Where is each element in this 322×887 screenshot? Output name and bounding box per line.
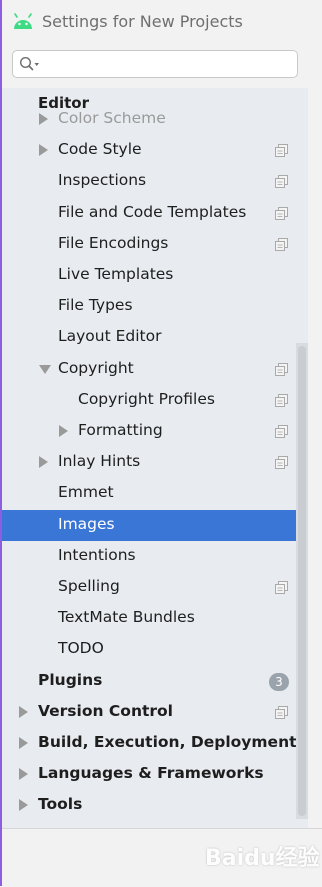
tree-item-label: Copyright [58,358,134,377]
tree-header-editor[interactable]: Editor [38,94,89,112]
tree-item-languages-frameworks[interactable]: Languages & Frameworks [2,759,308,790]
project-scope-icon [275,393,288,407]
tree-item-label: Live Templates [58,265,174,283]
expand-arrow-icon[interactable] [39,456,48,469]
tree-item-formatting[interactable]: Formatting [2,416,308,447]
tree-item-label: TODO [58,639,104,658]
tree-item-build-execution-deployment[interactable]: Build, Execution, Deployment [2,728,308,759]
tree-item-label: Images [58,514,115,533]
expand-arrow-icon[interactable] [19,768,28,781]
settings-tree[interactable]: Editor Color Scheme Code Style Inspections… [2,88,308,828]
expand-arrow-icon[interactable] [39,144,48,157]
project-scope-icon [275,705,288,719]
expand-arrow-icon[interactable] [19,705,28,718]
project-scope-icon [275,175,288,189]
tree-item-file-types[interactable]: File Types [2,291,308,322]
tree-item-label: Languages & Frameworks [38,764,264,783]
tree-item-label: Build, Execution, Deployment [38,733,297,751]
tree-item-label: Plugins [38,670,103,689]
collapse-arrow-icon[interactable] [39,364,51,374]
project-scope-icon [275,456,288,470]
search-box[interactable] [12,50,298,78]
tree-item-label: File Types [58,296,133,315]
project-scope-icon [275,206,288,220]
plugins-update-badge: 3 [269,672,289,691]
scrollbar-thumb[interactable] [298,346,306,816]
project-scope-icon [275,425,288,438]
tree-item-textmate-bundles[interactable]: TextMate Bundles [2,603,308,634]
tree-item-todo[interactable]: TODO [2,634,308,665]
tree-item-label: TextMate Bundles [58,608,195,627]
tree-item-copyright-profiles[interactable]: Copyright Profiles [2,385,308,416]
tree-item-label: Tools [38,795,83,814]
tree-item-label: Formatting [78,421,163,439]
tree-item-label: Copyright Profiles [78,389,215,408]
tree-item-label: File and Code Templates [58,202,247,221]
tree-item-inlay-hints[interactable]: Inlay Hints [2,447,308,478]
tree-item-label: File Encodings [58,233,169,252]
tree-item-live-templates[interactable]: Live Templates [2,260,308,291]
tree-item-emmet[interactable]: Emmet [2,478,308,509]
tree-item-label: Inlay Hints [58,452,141,471]
tree-item-inspections[interactable]: Inspections [2,166,308,197]
expand-arrow-icon[interactable] [59,425,68,437]
tree-item-label: Inspections [58,171,147,190]
tree-item-label: Version Control [38,701,173,720]
tree-item-label: Intentions [58,545,136,564]
search-input[interactable] [43,54,295,76]
tree-item-label: Spelling [58,577,120,595]
tree-item-copyright[interactable]: Copyright [2,354,308,385]
project-scope-icon [275,237,288,251]
project-scope-icon [275,581,288,594]
tree-item-layout-editor[interactable]: Layout Editor [2,322,308,353]
search-icon[interactable] [19,56,41,72]
watermark-logo: Baidu经验 [205,846,320,871]
tree-item-spelling[interactable]: Spelling [2,572,308,603]
tree-item-file-and-code-templates[interactable]: File and Code Templates [2,198,308,229]
tree-item-intentions[interactable]: Intentions [2,541,308,572]
tree-item-label: Layout Editor [58,327,162,346]
project-scope-icon [275,362,288,376]
window-title: Settings for New Projects [42,12,243,31]
tree-item-file-encodings[interactable]: File Encodings [2,229,308,260]
expand-arrow-icon[interactable] [19,799,28,812]
tree-item-images[interactable]: Images [2,509,308,541]
tree-item-label: Emmet [58,483,114,502]
project-scope-icon [275,144,288,158]
title-bar: Settings for New Projects [2,0,322,46]
tree-item-version-control[interactable]: Version Control [2,697,308,728]
android-icon [14,13,32,29]
tree-item-code-style[interactable]: Code Style [2,135,308,166]
tree-item-plugins[interactable]: Plugins 3 [2,666,308,697]
tree-item-tools[interactable]: Tools [2,790,308,821]
tree-item-label: Code Style [58,140,142,159]
expand-arrow-icon[interactable] [39,113,48,125]
expand-arrow-icon[interactable] [19,737,28,749]
